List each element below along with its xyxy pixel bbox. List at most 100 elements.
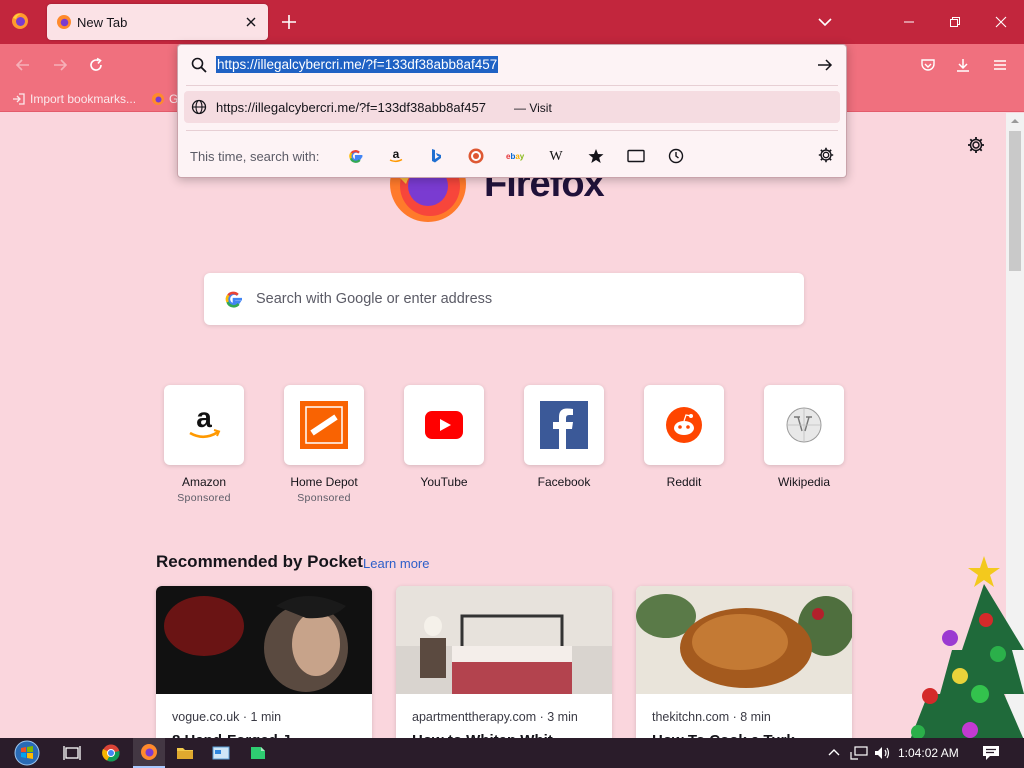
firefox-taskbar-button[interactable] [133,738,165,768]
ebay-search-button[interactable]: ebay [505,145,527,167]
pocket-card[interactable]: vogue.co.uk · 1 min 8 Hand-Forged J [156,586,372,746]
suggestion-action-label: Visit [529,101,552,115]
top-site-tile[interactable]: a [164,385,244,465]
minimize-button[interactable] [886,0,932,44]
pocket-icon [921,59,935,71]
pocket-button[interactable] [917,54,939,76]
file-explorer-taskbar-button[interactable] [171,738,199,768]
pocket-heading: Recommended by Pocket [156,552,363,571]
top-site-home-depot[interactable]: Home Depot Sponsored [284,385,364,504]
bookmark-label: G [169,92,177,106]
facebook-logo-icon [540,401,588,449]
top-site-title: Amazon [181,475,227,489]
top-site-tile[interactable] [764,385,844,465]
pocket-card[interactable]: thekitchn.com · 8 min How To Cook a Turk [636,586,852,746]
arrow-left-icon [15,59,29,71]
folder-icon [177,748,193,759]
import-bookmarks-item[interactable]: Import bookmarks... [12,89,136,109]
ebay-icon: ebay [506,152,525,161]
duckduckgo-search-button[interactable] [465,145,487,167]
taskbar: 1:04:02 AM [0,738,1024,768]
article-image [636,586,852,694]
one-off-search-label: This time, search with: [190,149,320,164]
suggestion-separator: — [514,101,526,115]
card-source: apartmenttherapy.com · 3 min [412,710,578,724]
top-site-tile[interactable] [644,385,724,465]
search-icon [191,57,207,73]
go-arrow-icon[interactable] [816,56,834,74]
forward-button[interactable] [49,54,71,76]
newtab-search-box[interactable] [204,273,804,325]
taskbar-clock[interactable]: 1:04:02 AM [898,746,959,760]
top-site-tile[interactable] [284,385,364,465]
window-app-icon [212,746,230,760]
top-site-title: Reddit [666,475,702,489]
svg-text:a: a [196,407,212,433]
sponsored-label: Sponsored [177,492,231,504]
amazon-search-button[interactable]: a [385,145,407,167]
url-input[interactable]: https://illegalcybercri.me/?f=133df38abb… [216,55,499,75]
google-icon [225,291,242,308]
new-tab-plus-icon[interactable] [279,12,299,32]
firefox-tab-icon [57,15,71,29]
volume-icon[interactable] [874,746,892,760]
task-view-icon [63,746,81,760]
restore-icon [950,17,960,27]
history-clock-icon [668,148,684,164]
chrome-taskbar-button[interactable] [96,738,126,768]
google-search-button[interactable] [345,145,367,167]
top-site-wikipedia[interactable]: Wikipedia [764,385,844,489]
bing-search-button[interactable] [425,145,447,167]
app-taskbar-button[interactable] [244,738,272,768]
pocket-card[interactable]: apartmenttherapy.com · 3 min How to Whit… [396,586,612,746]
suggestion-action: — Visit [514,101,552,115]
bookmarks-star-icon [588,149,604,163]
back-button[interactable] [12,54,34,76]
download-icon [957,59,969,72]
bookmarks-search-button[interactable] [585,145,607,167]
top-site-tile[interactable] [404,385,484,465]
scrollbar-thumb[interactable] [1009,131,1021,271]
svg-text:W: W [549,149,563,164]
chevron-up-icon[interactable] [828,747,840,759]
close-window-button[interactable] [978,0,1024,44]
search-input[interactable] [256,287,776,311]
downloads-button[interactable] [952,54,974,76]
top-site-youtube[interactable]: YouTube [404,385,484,489]
tabs-search-button[interactable] [625,145,647,167]
history-search-button[interactable] [665,145,687,167]
start-button[interactable] [8,738,46,768]
task-view-button[interactable] [58,738,86,768]
url-suggestion-row[interactable]: https://illegalcybercri.me/?f=133df38abb… [184,91,840,123]
globe-icon [191,99,207,115]
app-menu-button[interactable] [989,54,1011,76]
wikipedia-logo-icon [786,407,822,443]
divider [186,85,838,86]
notifications-icon[interactable] [982,745,1000,761]
reload-button[interactable] [85,54,107,76]
gear-icon[interactable] [966,135,986,155]
top-site-title: Home Depot [290,475,358,489]
app-taskbar-button[interactable] [207,738,235,768]
divider [186,130,838,131]
wikipedia-search-button[interactable]: W [545,145,567,167]
network-icon[interactable] [850,746,868,760]
top-site-facebook[interactable]: Facebook [524,385,604,489]
restore-button[interactable] [932,0,978,44]
bookmark-item[interactable]: G [151,89,177,109]
close-tab-icon[interactable] [242,13,260,31]
top-site-amazon[interactable]: a Amazon Sponsored [164,385,244,504]
google-icon [349,150,363,163]
youtube-logo-icon [425,411,463,439]
bing-icon [432,149,441,163]
pocket-learn-more-link[interactable]: Learn more [363,556,429,571]
top-site-tile[interactable] [524,385,604,465]
chevron-down-icon[interactable] [816,13,834,31]
reload-icon [90,57,102,71]
search-settings-gear-icon[interactable] [817,146,835,164]
scroll-up-arrow-icon[interactable] [1011,117,1019,125]
top-site-reddit[interactable]: Reddit [644,385,724,489]
tab-new-tab[interactable]: New Tab [47,4,268,40]
urlbar[interactable]: https://illegalcybercri.me/?f=133df38abb… [178,45,846,85]
firefox-menu-icon[interactable] [10,11,30,31]
